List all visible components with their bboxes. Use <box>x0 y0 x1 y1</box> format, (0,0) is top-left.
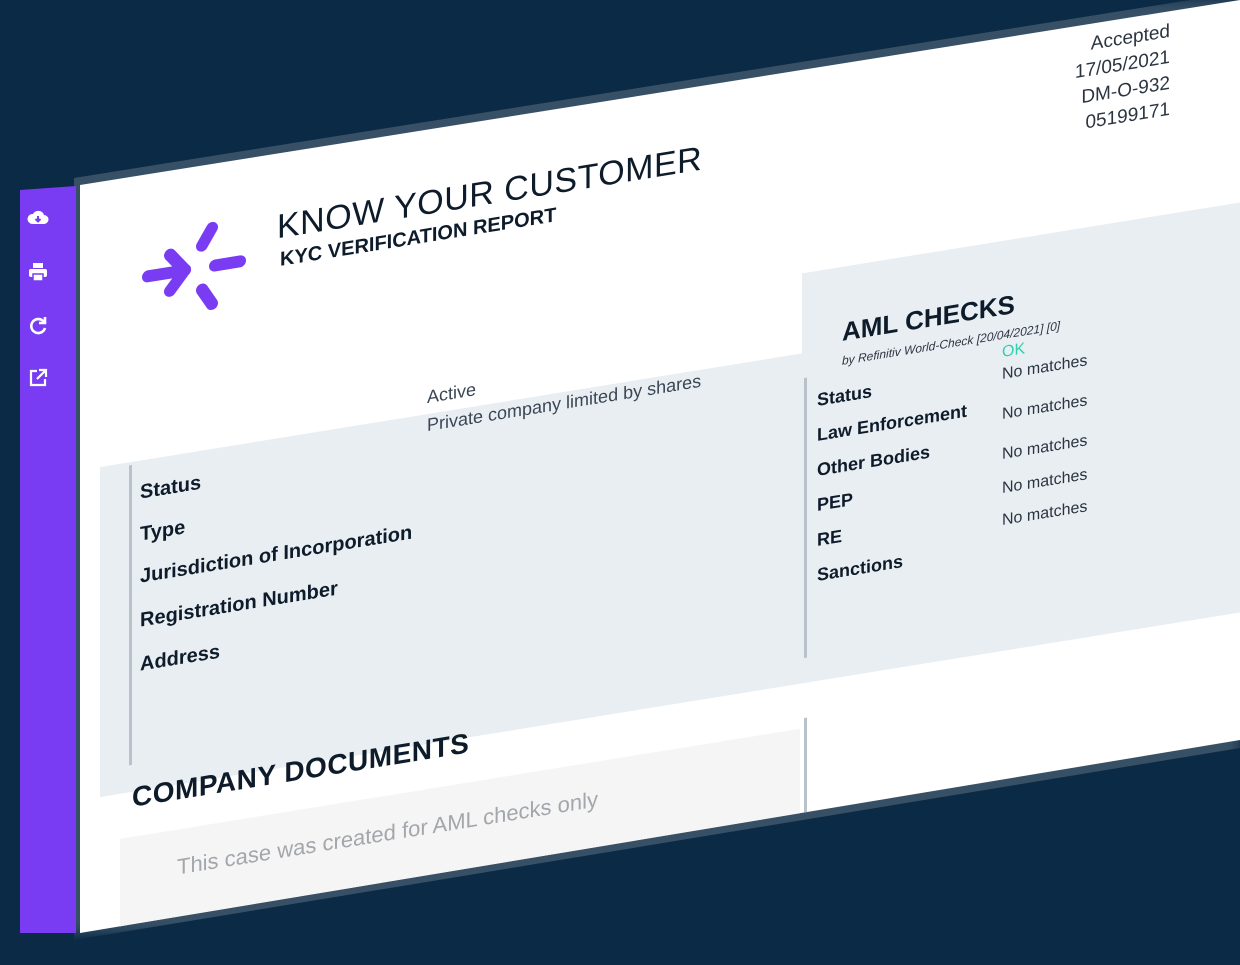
report-meta: Accepted 17/05/2021 DM-O-932 05199171 <box>1075 19 1170 138</box>
open-external-icon[interactable] <box>22 364 54 392</box>
company-value-status: Active <box>427 379 477 408</box>
lower-divider <box>804 717 807 839</box>
print-icon[interactable] <box>22 258 54 286</box>
refresh-icon[interactable] <box>22 312 54 340</box>
logo-icon <box>142 221 246 311</box>
cloud-download-icon[interactable] <box>22 204 54 232</box>
scene: KNOW YOUR CUSTOMER KYC VERIFICATION REPO… <box>0 0 1240 933</box>
company-divider <box>129 464 132 766</box>
report-document: KNOW YOUR CUSTOMER KYC VERIFICATION REPO… <box>80 0 1240 933</box>
aml-divider <box>804 377 807 659</box>
report-sidebar <box>20 186 76 933</box>
aml-label-re: RE <box>817 525 843 550</box>
aml-value-status: OK <box>1002 340 1026 361</box>
